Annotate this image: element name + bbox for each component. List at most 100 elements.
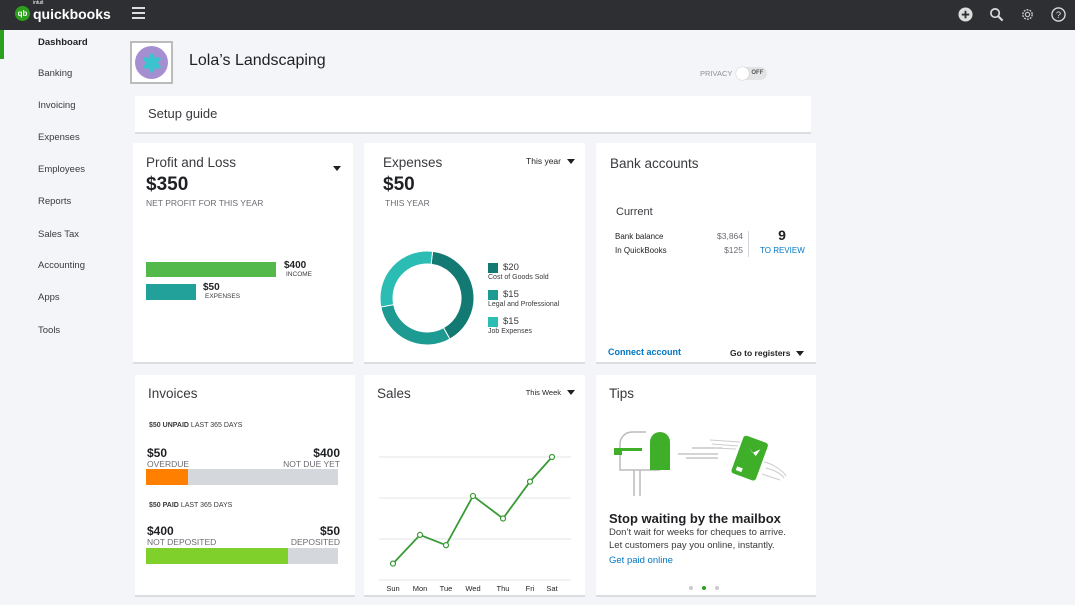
sidebar: Dashboard Banking Invoicing Expenses Emp… (0, 30, 120, 605)
paid-amount: $50 (149, 502, 161, 509)
overdue-bar-fill[interactable] (146, 469, 189, 485)
account-name[interactable]: Current (616, 206, 653, 218)
unpaid-summary[interactable]: $50 UNPAID LAST 365 DAYS (149, 422, 242, 429)
expenses-card: Expenses This year $50 THIS YEAR $20 Cost… (364, 143, 585, 364)
sidebar-item-reports[interactable]: Reports (38, 196, 71, 207)
quickbooks-logo[interactable]: qb intuit quickbooks (15, 0, 111, 22)
carousel-dot[interactable] (689, 586, 693, 590)
income-bar[interactable] (146, 262, 276, 277)
sales-line-chart: Sun Mon Tue Wed Thu Fri Sat (379, 453, 571, 593)
to-review-link[interactable]: TO REVIEW (760, 246, 805, 255)
x-tick-label: Mon (413, 584, 428, 593)
expenses-bar[interactable] (146, 284, 196, 300)
legend-value: $15 (503, 316, 519, 327)
in-quickbooks-label: In QuickBooks (615, 246, 667, 255)
sidebar-item-invoicing[interactable]: Invoicing (38, 100, 76, 111)
not-deposited-bar-fill[interactable] (146, 548, 289, 564)
go-to-registers-dropdown[interactable]: Go to registers (730, 348, 805, 358)
net-profit-amount: $350 (146, 174, 189, 195)
overdue-label: OVERDUE (147, 459, 190, 469)
tips-card: Tips Stop waiting by the mailbox Don’t w… (596, 375, 816, 597)
card-title: Bank accounts (610, 156, 699, 171)
privacy-toggle[interactable]: OFF (736, 67, 768, 80)
sidebar-item-apps[interactable]: Apps (38, 292, 60, 303)
tip-line-2: Let customers pay you online, instantly. (609, 540, 775, 551)
bank-balance-label: Bank balance (615, 232, 664, 241)
legend-item[interactable]: $15 Job Expenses (488, 316, 559, 335)
flower-icon (135, 46, 168, 79)
privacy-label: PRIVACY (700, 69, 733, 78)
data-point-mon[interactable] (416, 531, 424, 538)
x-tick-label: Wed (465, 584, 480, 593)
privacy-toggle-group: PRIVACY OFF (700, 67, 768, 80)
setup-guide-panel[interactable]: Setup guide (135, 96, 811, 134)
legend-swatch (488, 316, 498, 327)
plus-circle-icon[interactable] (957, 6, 974, 23)
sidebar-item-expenses[interactable]: Expenses (38, 132, 80, 143)
legend-value: $15 (503, 289, 519, 300)
donut-slice-1[interactable] (380, 303, 451, 346)
carousel-dot[interactable] (702, 586, 706, 590)
expenses-value: $50 (203, 282, 220, 293)
registers-label: Go to registers (730, 348, 791, 358)
expenses-period-dropdown[interactable]: This year (526, 156, 575, 166)
gear-icon[interactable] (1019, 6, 1036, 23)
help-icon[interactable]: ? (1050, 6, 1067, 23)
period-label: This year (526, 156, 561, 166)
paid-bar[interactable] (146, 548, 338, 564)
net-profit-caption: NET PROFIT FOR THIS YEAR (146, 198, 264, 208)
card-title: Expenses (383, 155, 443, 170)
connect-account-link[interactable]: Connect account (608, 347, 681, 357)
data-point-fri[interactable] (526, 478, 534, 485)
card-title: Tips (609, 386, 635, 401)
data-point-sat[interactable] (548, 453, 556, 461)
legend-value: $20 (503, 262, 519, 273)
review-count[interactable]: 9 (760, 227, 804, 243)
data-point-thu[interactable] (499, 515, 507, 522)
carousel-dot[interactable] (715, 586, 719, 590)
legend-item[interactable]: $20 Cost of Goods Sold (488, 262, 559, 281)
chevron-down-icon (567, 158, 575, 164)
sidebar-item-accounting[interactable]: Accounting (38, 260, 85, 271)
hamburger-menu-icon[interactable] (132, 7, 145, 20)
svg-text:?: ? (1056, 10, 1061, 20)
data-point-tue[interactable] (442, 542, 450, 549)
sidebar-item-dashboard[interactable]: Dashboard (38, 37, 88, 48)
unpaid-bar[interactable] (146, 469, 338, 485)
not-deposited-label: NOT DEPOSITED (147, 537, 217, 547)
donut-slice-0[interactable] (430, 250, 475, 340)
bank-balance-value: $3,864 (717, 231, 743, 241)
overdue-value: $50 (147, 446, 168, 460)
active-indicator (0, 30, 4, 59)
pl-menu-caret[interactable] (333, 158, 341, 176)
tip-headline: Stop waiting by the mailbox (609, 511, 781, 526)
legend-label: Cost of Goods Sold (488, 274, 549, 281)
not-deposited-value: $400 (147, 524, 174, 538)
sidebar-item-banking[interactable]: Banking (38, 68, 72, 79)
search-icon[interactable] (988, 6, 1005, 23)
sidebar-item-tools[interactable]: Tools (38, 325, 60, 336)
x-tick-label: Sun (386, 584, 399, 593)
sales-line (392, 456, 553, 565)
privacy-state: OFF (751, 70, 764, 76)
data-point-sun[interactable] (389, 560, 397, 567)
x-tick-label: Fri (526, 584, 535, 593)
deposited-value: $50 (319, 524, 340, 538)
carousel-dots (689, 586, 719, 590)
donut-slice-2[interactable] (379, 250, 434, 308)
not-due-label: NOT DUE YET (283, 459, 340, 469)
company-logo[interactable] (130, 41, 173, 84)
paid-summary[interactable]: $50 PAID LAST 365 DAYS (149, 502, 232, 509)
invoices-card: Invoices $50 UNPAID LAST 365 DAYS $50 OV… (135, 375, 355, 597)
legend-swatch (488, 289, 498, 300)
income-label: INCOME (286, 271, 312, 278)
get-paid-online-link[interactable]: Get paid online (609, 555, 673, 566)
setup-guide-title[interactable]: Setup guide (148, 106, 217, 121)
sidebar-item-employees[interactable]: Employees (38, 164, 85, 175)
deposited-label: DEPOSITED (290, 537, 340, 547)
data-point-wed[interactable] (469, 492, 477, 500)
legend-label: Legal and Professional (488, 301, 560, 308)
legend-item[interactable]: $15 Legal and Professional (488, 289, 559, 308)
sidebar-item-sales-tax[interactable]: Sales Tax (38, 229, 79, 240)
qb-badge-icon: qb (15, 5, 30, 21)
